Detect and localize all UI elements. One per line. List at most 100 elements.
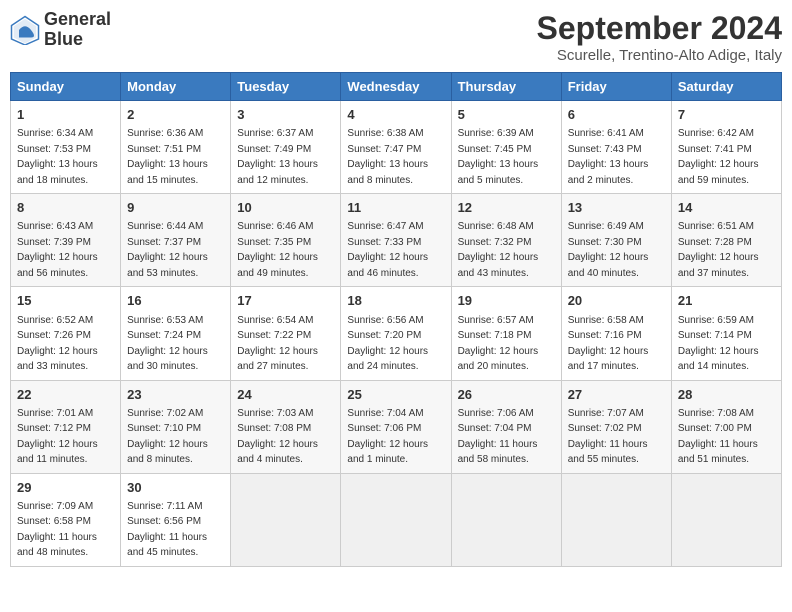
calendar-cell: 26Sunrise: 7:06 AMSunset: 7:04 PMDayligh… [451, 380, 561, 473]
day-number: 8 [17, 199, 114, 217]
calendar-body: 1 Sunrise: 6:34 AMSunset: 7:53 PMDaylight… [11, 101, 782, 567]
day-number: 11 [347, 199, 444, 217]
calendar-cell: 8 Sunrise: 6:43 AMSunset: 7:39 PMDaylight… [11, 194, 121, 287]
day-number: 29 [17, 479, 114, 497]
calendar-cell: 22Sunrise: 7:01 AMSunset: 7:12 PMDayligh… [11, 380, 121, 473]
day-number: 6 [568, 106, 665, 124]
weekday-header-monday: Monday [121, 73, 231, 101]
calendar-cell: 25 Sunrise: 7:04 AMSunset: 7:06 PMDayligh… [341, 380, 451, 473]
calendar-week-2: 8 Sunrise: 6:43 AMSunset: 7:39 PMDaylight… [11, 194, 782, 287]
calendar-cell: 3Sunrise: 6:37 AMSunset: 7:49 PMDaylight… [231, 101, 341, 194]
calendar-cell: 13 Sunrise: 6:49 AMSunset: 7:30 PMDayligh… [561, 194, 671, 287]
day-number: 16 [127, 292, 224, 310]
calendar-cell: 29 Sunrise: 7:09 AMSunset: 6:58 PMDayligh… [11, 473, 121, 566]
day-info: Sunrise: 6:56 AMSunset: 7:20 PMDaylight:… [347, 315, 428, 373]
day-number: 1 [17, 106, 114, 124]
day-info: Sunrise: 6:53 AMSunset: 7:24 PMDaylight:… [127, 315, 208, 373]
calendar-cell: 16 Sunrise: 6:53 AMSunset: 7:24 PMDayligh… [121, 287, 231, 380]
day-number: 5 [458, 106, 555, 124]
calendar-cell: 7 Sunrise: 6:42 AMSunset: 7:41 PMDaylight… [671, 101, 781, 194]
weekday-header-thursday: Thursday [451, 73, 561, 101]
calendar-cell: 10 Sunrise: 6:46 AMSunset: 7:35 PMDayligh… [231, 194, 341, 287]
day-number: 19 [458, 292, 555, 310]
day-info: Sunrise: 7:09 AMSunset: 6:58 PMDaylight:… [17, 501, 97, 559]
day-number: 27 [568, 386, 665, 404]
day-number: 22 [17, 386, 114, 404]
calendar-cell: 18 Sunrise: 6:56 AMSunset: 7:20 PMDayligh… [341, 287, 451, 380]
day-info: Sunrise: 6:36 AMSunset: 7:51 PMDaylight:… [127, 128, 208, 186]
calendar-cell [671, 473, 781, 566]
header: General Blue September 2024 Scurelle, Tr… [10, 10, 782, 64]
day-info: Sunrise: 7:07 AMSunset: 7:02 PMDaylight:… [568, 408, 648, 466]
day-info: Sunrise: 6:51 AMSunset: 7:28 PMDaylight:… [678, 221, 759, 279]
weekday-header-row: SundayMondayTuesdayWednesdayThursdayFrid… [11, 73, 782, 101]
calendar-week-4: 22Sunrise: 7:01 AMSunset: 7:12 PMDayligh… [11, 380, 782, 473]
calendar-cell: 6 Sunrise: 6:41 AMSunset: 7:43 PMDaylight… [561, 101, 671, 194]
day-info: Sunrise: 6:44 AMSunset: 7:37 PMDaylight:… [127, 221, 208, 279]
day-number: 12 [458, 199, 555, 217]
weekday-header-sunday: Sunday [11, 73, 121, 101]
day-number: 23 [127, 386, 224, 404]
calendar-table: SundayMondayTuesdayWednesdayThursdayFrid… [10, 72, 782, 567]
day-info: Sunrise: 6:42 AMSunset: 7:41 PMDaylight:… [678, 128, 759, 186]
calendar-cell: 23 Sunrise: 7:02 AMSunset: 7:10 PMDayligh… [121, 380, 231, 473]
calendar-cell: 27 Sunrise: 7:07 AMSunset: 7:02 PMDayligh… [561, 380, 671, 473]
calendar-cell: 21 Sunrise: 6:59 AMSunset: 7:14 PMDayligh… [671, 287, 781, 380]
day-info: Sunrise: 6:47 AMSunset: 7:33 PMDaylight:… [347, 221, 428, 279]
calendar-cell [451, 473, 561, 566]
calendar-cell: 14 Sunrise: 6:51 AMSunset: 7:28 PMDayligh… [671, 194, 781, 287]
day-number: 17 [237, 292, 334, 310]
calendar-cell: 20Sunrise: 6:58 AMSunset: 7:16 PMDayligh… [561, 287, 671, 380]
day-number: 7 [678, 106, 775, 124]
day-info: Sunrise: 7:06 AMSunset: 7:04 PMDaylight:… [458, 408, 538, 466]
weekday-header-saturday: Saturday [671, 73, 781, 101]
day-info: Sunrise: 7:04 AMSunset: 7:06 PMDaylight:… [347, 408, 428, 466]
day-info: Sunrise: 6:37 AMSunset: 7:49 PMDaylight:… [237, 128, 318, 186]
day-number: 10 [237, 199, 334, 217]
calendar-cell: 15 Sunrise: 6:52 AMSunset: 7:26 PMDayligh… [11, 287, 121, 380]
day-info: Sunrise: 6:43 AMSunset: 7:39 PMDaylight:… [17, 221, 98, 279]
day-info: Sunrise: 6:41 AMSunset: 7:43 PMDaylight:… [568, 128, 649, 186]
day-number: 21 [678, 292, 775, 310]
day-number: 18 [347, 292, 444, 310]
day-info: Sunrise: 6:59 AMSunset: 7:14 PMDaylight:… [678, 315, 759, 373]
calendar-header: SundayMondayTuesdayWednesdayThursdayFrid… [11, 73, 782, 101]
calendar-cell: 5Sunrise: 6:39 AMSunset: 7:45 PMDaylight… [451, 101, 561, 194]
day-number: 4 [347, 106, 444, 124]
day-info: Sunrise: 6:34 AMSunset: 7:53 PMDaylight:… [17, 128, 98, 186]
day-info: Sunrise: 6:46 AMSunset: 7:35 PMDaylight:… [237, 221, 318, 279]
weekday-header-friday: Friday [561, 73, 671, 101]
calendar-cell: 12Sunrise: 6:48 AMSunset: 7:32 PMDayligh… [451, 194, 561, 287]
day-number: 14 [678, 199, 775, 217]
day-info: Sunrise: 6:52 AMSunset: 7:26 PMDaylight:… [17, 315, 98, 373]
logo-icon [10, 15, 40, 45]
calendar-cell: 28Sunrise: 7:08 AMSunset: 7:00 PMDayligh… [671, 380, 781, 473]
calendar-cell [231, 473, 341, 566]
day-number: 25 [347, 386, 444, 404]
calendar-cell: 30Sunrise: 7:11 AMSunset: 6:56 PMDayligh… [121, 473, 231, 566]
day-number: 24 [237, 386, 334, 404]
calendar-week-3: 15 Sunrise: 6:52 AMSunset: 7:26 PMDayligh… [11, 287, 782, 380]
day-number: 15 [17, 292, 114, 310]
day-info: Sunrise: 6:49 AMSunset: 7:30 PMDaylight:… [568, 221, 649, 279]
month-year: September 2024 [537, 10, 782, 47]
day-number: 2 [127, 106, 224, 124]
day-info: Sunrise: 6:54 AMSunset: 7:22 PMDaylight:… [237, 315, 318, 373]
day-info: Sunrise: 6:58 AMSunset: 7:16 PMDaylight:… [568, 315, 649, 373]
location: Scurelle, Trentino-Alto Adige, Italy [537, 47, 782, 64]
calendar-cell: 11 Sunrise: 6:47 AMSunset: 7:33 PMDayligh… [341, 194, 451, 287]
day-number: 13 [568, 199, 665, 217]
day-info: Sunrise: 6:57 AMSunset: 7:18 PMDaylight:… [458, 315, 539, 373]
calendar-cell: 19 Sunrise: 6:57 AMSunset: 7:18 PMDayligh… [451, 287, 561, 380]
day-info: Sunrise: 7:02 AMSunset: 7:10 PMDaylight:… [127, 408, 208, 466]
weekday-header-tuesday: Tuesday [231, 73, 341, 101]
logo-text: General Blue [44, 10, 111, 50]
day-info: Sunrise: 7:08 AMSunset: 7:00 PMDaylight:… [678, 408, 758, 466]
day-info: Sunrise: 7:03 AMSunset: 7:08 PMDaylight:… [237, 408, 318, 466]
calendar-week-5: 29 Sunrise: 7:09 AMSunset: 6:58 PMDayligh… [11, 473, 782, 566]
calendar-cell [561, 473, 671, 566]
day-info: Sunrise: 6:38 AMSunset: 7:47 PMDaylight:… [347, 128, 428, 186]
calendar-cell: 2 Sunrise: 6:36 AMSunset: 7:51 PMDaylight… [121, 101, 231, 194]
logo: General Blue [10, 10, 111, 50]
calendar-cell: 9Sunrise: 6:44 AMSunset: 7:37 PMDaylight… [121, 194, 231, 287]
